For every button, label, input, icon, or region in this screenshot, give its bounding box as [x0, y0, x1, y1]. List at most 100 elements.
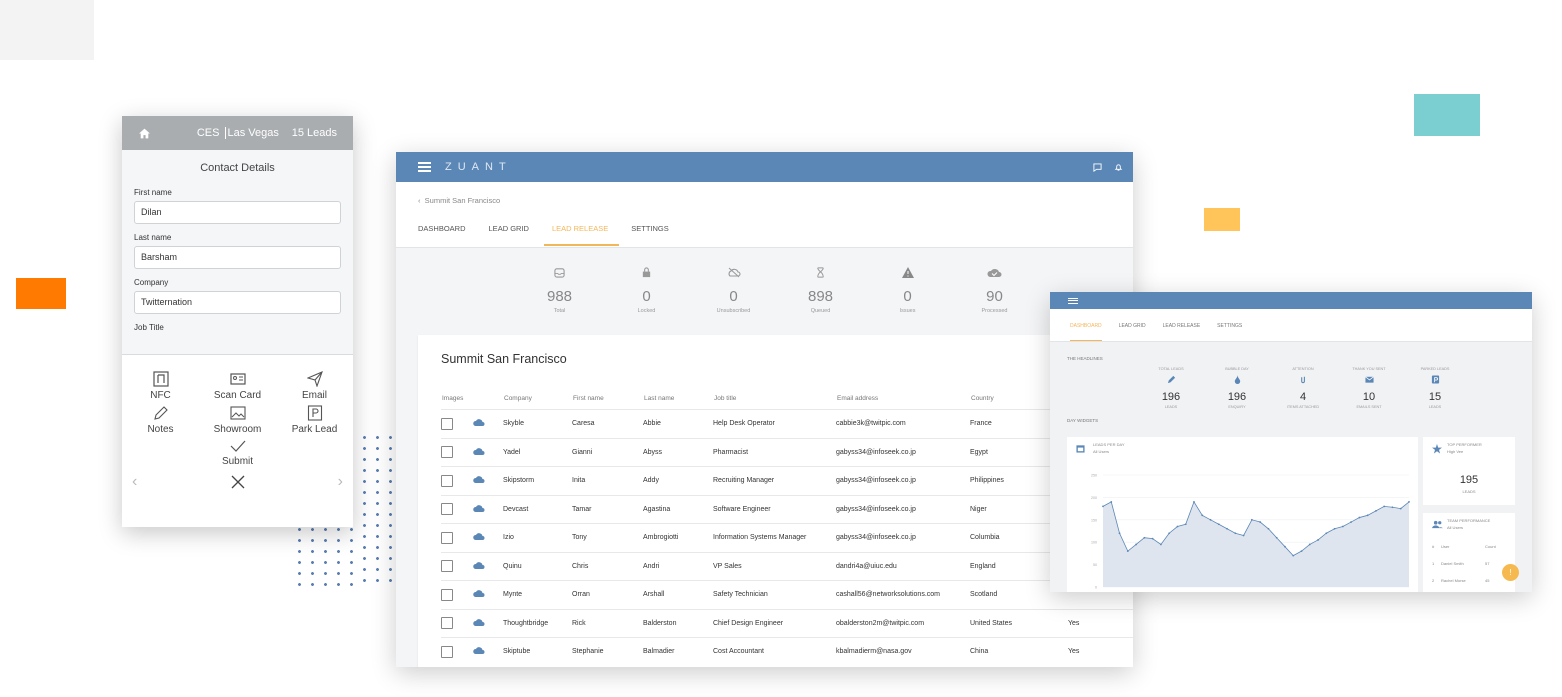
tab-lead-release[interactable]: LEAD RELEASE: [1163, 323, 1201, 341]
data-point: [1143, 536, 1146, 539]
table-cell: Arshall: [643, 580, 713, 609]
bell-icon[interactable]: [1114, 163, 1123, 172]
stat-processed: 90 Processed: [951, 265, 1038, 314]
tab-bar: DASHBOARD LEAD GRID LEAD RELEASE SETTING…: [1050, 309, 1532, 342]
email-button[interactable]: Email: [276, 371, 353, 401]
table-cell: Andri: [643, 551, 713, 581]
chat-icon[interactable]: [1093, 162, 1102, 172]
tab-lead-grid[interactable]: LEAD GRID: [1119, 323, 1146, 341]
scan-card-button[interactable]: Scan Card: [199, 371, 276, 401]
table-row[interactable]: Thoughtbridge Rick Balderston Chief Design …: [441, 608, 1133, 638]
table-row[interactable]: Skiptube Stephanie Balmadier Cost Accountan…: [441, 637, 1133, 666]
web-app-window: ZUANT ‹ Summit San Francisco DASHBOARD L…: [396, 152, 1133, 667]
menu-icon[interactable]: [1068, 296, 1078, 305]
headline-stat: PARKED LEADS 15 LEADS: [1402, 367, 1468, 409]
table-cell: kbalmadierm@nasa.gov: [836, 637, 970, 666]
column-header[interactable]: Company: [503, 387, 572, 410]
stat-label: Queued: [810, 308, 831, 314]
row-checkbox[interactable]: [441, 608, 473, 638]
row-checkbox[interactable]: [441, 466, 473, 495]
stat-value: 0: [729, 288, 738, 305]
top-performer-value: 195: [1459, 474, 1479, 486]
row-checkbox[interactable]: [441, 523, 473, 552]
nfc-button[interactable]: NFC: [122, 371, 199, 401]
chevron-left-icon[interactable]: ‹: [132, 473, 137, 491]
data-point: [1226, 527, 1228, 530]
data-point: [1408, 500, 1410, 503]
column-header[interactable]: Images: [441, 387, 473, 410]
top-performer-widget: TOP PERFORMER High Vee 195 LEADS: [1423, 437, 1515, 505]
company-input[interactable]: Twitternation: [134, 291, 341, 314]
headline-stat: TOTAL LEADS 196 LEADS: [1138, 367, 1204, 409]
table-cell: Pharmacist: [713, 437, 836, 467]
table-row[interactable]: Yadel Gianni Abyss Pharmacist gabyss34@infos…: [441, 437, 1133, 467]
column-header[interactable]: Email address: [836, 387, 970, 410]
data-point: [1250, 518, 1253, 521]
column-header: User: [1441, 544, 1450, 549]
table-cell: Safety Technician: [713, 580, 836, 609]
table-cell: Recruiting Manager: [713, 466, 836, 495]
table-header-row: Images Company First name Last name Job …: [441, 387, 1133, 410]
column-header[interactable]: Last name: [643, 387, 713, 410]
row-checkbox[interactable]: [441, 551, 473, 581]
stat-value: 196: [1161, 391, 1181, 403]
stat-locked: 0 Locked: [603, 265, 690, 314]
stat-label: Total: [553, 308, 566, 314]
column-header[interactable]: First name: [572, 387, 643, 410]
stat-label: Unsubscribed: [716, 308, 751, 314]
row-checkbox[interactable]: [441, 409, 473, 438]
stat-value: 15: [1428, 391, 1442, 403]
tab-dashboard[interactable]: DASHBOARD: [418, 224, 477, 246]
submit-button[interactable]: Submit: [199, 439, 276, 467]
table-row[interactable]: Skipstorm Inita Addy Recruiting Manager gaby…: [441, 466, 1133, 495]
stat-label: ENQUIRY: [1228, 405, 1246, 409]
table-cell: cashall56@networksolutions.com: [836, 580, 970, 609]
job-title-label: Job Title: [134, 323, 164, 332]
park-lead-button[interactable]: Park Lead: [276, 405, 353, 435]
stat-label: Issues: [899, 308, 916, 314]
help-fab[interactable]: !: [1502, 564, 1519, 581]
table-row[interactable]: Izio Tony Ambrogiotti Information Systems M…: [441, 523, 1133, 552]
showroom-button[interactable]: Showroom: [199, 405, 276, 435]
tab-dashboard[interactable]: DASHBOARD: [1070, 323, 1102, 341]
star-icon: [1432, 444, 1442, 454]
tab-settings[interactable]: SETTINGS: [1217, 323, 1242, 341]
table-row[interactable]: Quinu Chris Andri VP Sales dandri4a@uiuc.edu…: [441, 551, 1133, 581]
home-icon[interactable]: [122, 127, 166, 140]
data-point: [1102, 505, 1104, 508]
stat-value: 4: [1299, 391, 1307, 403]
mobile-app-window: CES Las Vegas 15 Leads Contact Details F…: [122, 116, 353, 527]
column-header[interactable]: Job title: [713, 387, 836, 410]
notes-button[interactable]: Notes: [122, 405, 199, 435]
id-card-icon: [229, 373, 246, 385]
tab-lead-grid[interactable]: LEAD GRID: [489, 224, 540, 246]
table-cell: Addy: [643, 466, 713, 495]
row-checkbox[interactable]: [441, 580, 473, 609]
parking-icon: [1431, 375, 1439, 384]
table-row[interactable]: Skyble Caresa Abbie Help Desk Operator cabbi…: [441, 409, 1133, 438]
table-cell: Thoughtbridge: [503, 608, 572, 638]
data-point: [1151, 537, 1154, 540]
row-checkbox[interactable]: [441, 494, 473, 524]
y-tick-label: 100: [1091, 541, 1097, 545]
breadcrumb[interactable]: ‹ Summit San Francisco: [418, 196, 500, 205]
row-checkbox[interactable]: [441, 637, 473, 666]
first-name-input[interactable]: Dilan: [134, 201, 341, 224]
last-name-input[interactable]: Barsham: [134, 246, 341, 269]
stat-title: BUBBLE DAY: [1225, 367, 1249, 371]
stat-label: LEADS: [1428, 405, 1442, 409]
row-checkbox[interactable]: [441, 437, 473, 467]
tab-bar: DASHBOARD LEAD GRID LEAD RELEASE SETTING…: [418, 224, 692, 246]
tab-lead-release[interactable]: LEAD RELEASE: [543, 224, 620, 246]
check-icon: [230, 440, 245, 452]
table-row[interactable]: Mynte Orran Arshall Safety Technician cashal…: [441, 580, 1133, 609]
tab-settings[interactable]: SETTINGS: [631, 224, 680, 246]
close-icon[interactable]: [230, 474, 246, 490]
widget-title: TEAM PERFORMANCE: [1447, 518, 1491, 523]
chevron-right-icon[interactable]: ›: [338, 473, 343, 491]
pencil-icon: [1167, 375, 1175, 384]
nfc-icon: [152, 371, 169, 387]
table-row[interactable]: Devcast Tamar Agastina Software Engineer gab…: [441, 494, 1133, 524]
table-cell: 45: [1485, 578, 1490, 583]
menu-icon[interactable]: [418, 160, 431, 175]
